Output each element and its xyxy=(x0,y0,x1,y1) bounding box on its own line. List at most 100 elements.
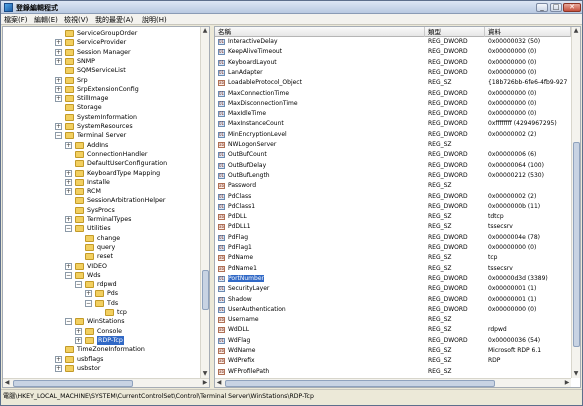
value-row[interactable]: 01 LanAdapter REG_DWORD 0x00000000 (0) xyxy=(215,69,571,77)
list-horizontal-scrollbar[interactable]: ◀ ▶ xyxy=(215,378,571,387)
value-row[interactable]: 01 PdClass REG_DWORD 0x00000002 (2) xyxy=(215,193,571,201)
value-row[interactable]: ab WFProfilePath REG_SZ xyxy=(215,368,571,376)
tree-item[interactable]: + ServiceProvider xyxy=(3,38,201,47)
expand-icon[interactable]: + xyxy=(55,364,62,372)
value-row[interactable]: 01 PdFlag1 REG_DWORD 0x00000000 (0) xyxy=(215,244,571,252)
tree-item[interactable]: + Srp xyxy=(3,76,201,85)
value-row[interactable]: 01 MaxDisconnectionTime REG_DWORD 0x0000000… xyxy=(215,100,571,108)
collapse-icon[interactable]: − xyxy=(75,281,82,289)
close-button[interactable]: ✕ xyxy=(563,3,581,12)
tree-item[interactable]: SysProcs xyxy=(3,206,201,215)
value-row[interactable]: 01 KeyboardLayout REG_DWORD 0x00000000 (0) xyxy=(215,59,571,67)
expand-icon[interactable]: + xyxy=(65,178,72,186)
expand-icon[interactable]: + xyxy=(55,123,62,130)
collapse-icon[interactable]: − xyxy=(85,299,92,307)
scroll-left-arrow-icon[interactable]: ◀ xyxy=(215,379,223,387)
expand-icon[interactable]: + xyxy=(65,216,72,223)
tree-horizontal-scrollbar[interactable]: ◀ ▶ xyxy=(3,378,209,387)
tree-item[interactable]: + usbstor xyxy=(3,364,201,373)
value-row[interactable]: 01 InteractiveDelay REG_DWORD 0x00000032 (5… xyxy=(215,38,571,46)
menu-favorites[interactable]: 我的最愛(A) xyxy=(95,15,133,25)
collapse-icon[interactable]: − xyxy=(55,132,62,140)
tree-item[interactable]: change xyxy=(3,234,201,243)
tree-item[interactable]: + SrpExtensionConfig xyxy=(3,85,201,94)
value-row[interactable]: 01 OutBufCount REG_DWORD 0x00000006 (6) xyxy=(215,151,571,159)
list-vertical-thumb[interactable] xyxy=(573,142,580,347)
value-row[interactable]: 01 PortNumber REG_DWORD 0x00000d3d (3389) xyxy=(215,274,571,283)
tree-item[interactable]: query xyxy=(3,243,201,252)
value-row[interactable]: ab PdDLL1 REG_SZ tssecsrv xyxy=(215,223,571,231)
value-row[interactable]: ab WdName REG_SZ Microsoft RDP 6.1 xyxy=(215,347,571,355)
value-row[interactable]: 01 PdClass1 REG_DWORD 0x0000000b (11) xyxy=(215,203,571,211)
tree-item[interactable]: DefaultUserConfiguration xyxy=(3,159,201,168)
tree-item[interactable]: + VIDEO xyxy=(3,262,201,271)
scroll-right-arrow-icon[interactable]: ▶ xyxy=(563,379,571,387)
tree-item[interactable]: − Terminal Server xyxy=(3,131,201,140)
tree-item[interactable]: + Pds xyxy=(3,289,201,298)
scroll-right-arrow-icon[interactable]: ▶ xyxy=(201,379,209,387)
value-row[interactable]: 01 KeepAliveTimeout REG_DWORD 0x00000000 (0… xyxy=(215,48,571,56)
column-header-type[interactable]: 類型 xyxy=(425,27,485,37)
value-row[interactable]: 01 MaxConnectionTime REG_DWORD 0x00000000 (… xyxy=(215,90,571,98)
value-row[interactable]: ab PdName1 REG_SZ tssecsrv xyxy=(215,265,571,273)
value-row[interactable]: 01 Shadow REG_DWORD 0x00000001 (1) xyxy=(215,296,571,304)
collapse-icon[interactable]: − xyxy=(65,271,72,279)
collapse-icon[interactable]: − xyxy=(65,318,72,326)
value-row[interactable]: ab NWLogonServer REG_SZ xyxy=(215,141,571,149)
title-bar[interactable]: 登錄編輯程式 _ □ ✕ xyxy=(1,1,582,14)
scroll-up-arrow-icon[interactable]: ▲ xyxy=(201,27,209,35)
collapse-icon[interactable]: − xyxy=(65,225,72,233)
tree-item[interactable]: + KeyboardType Mapping xyxy=(3,169,201,178)
value-row[interactable]: 01 WdFlag REG_DWORD 0x00000036 (54) xyxy=(215,337,571,345)
scroll-down-arrow-icon[interactable]: ▼ xyxy=(572,370,580,378)
tree-item[interactable]: + TerminalTypes xyxy=(3,215,201,224)
tree-item[interactable]: + SystemResources xyxy=(3,122,201,131)
tree-item[interactable]: SessionArbitrationHelper xyxy=(3,196,201,205)
value-row[interactable]: 01 SecurityLayer REG_DWORD 0x00000001 (1) xyxy=(215,285,571,293)
value-row[interactable]: 01 MinEncryptionLevel REG_DWORD 0x00000002 … xyxy=(215,131,571,139)
scroll-left-arrow-icon[interactable]: ◀ xyxy=(3,379,11,387)
value-row[interactable]: ab Username REG_SZ xyxy=(215,316,571,324)
tree-item[interactable]: Storage xyxy=(3,103,201,112)
scroll-down-arrow-icon[interactable]: ▼ xyxy=(201,370,209,378)
tree-horizontal-thumb[interactable] xyxy=(13,380,133,387)
expand-icon[interactable]: + xyxy=(75,327,82,335)
list-vertical-scrollbar[interactable]: ▲ ▼ xyxy=(571,27,580,378)
value-row[interactable]: ab PdName REG_SZ tcp xyxy=(215,254,571,262)
tree-item[interactable]: − Utilities xyxy=(3,224,201,233)
tree-item[interactable]: − rdpwd xyxy=(3,280,201,289)
tree-item[interactable]: SystemInformation xyxy=(3,113,201,122)
expand-icon[interactable]: + xyxy=(55,76,62,84)
tree-item[interactable]: − Tds xyxy=(3,299,201,308)
expand-icon[interactable]: + xyxy=(75,336,82,344)
tree-vertical-thumb[interactable] xyxy=(202,270,209,310)
expand-icon[interactable]: + xyxy=(55,355,62,363)
value-row[interactable]: ab WdPrefix REG_SZ RDP xyxy=(215,357,571,365)
tree-item[interactable]: + RCM xyxy=(3,187,201,196)
tree-item[interactable]: − Wds xyxy=(3,271,201,280)
value-row[interactable]: 01 MaxIdleTime REG_DWORD 0x00000000 (0) xyxy=(215,110,571,118)
minimize-button[interactable]: _ xyxy=(536,3,548,12)
expand-icon[interactable]: + xyxy=(55,95,62,103)
expand-icon[interactable]: + xyxy=(55,39,62,47)
tree-item[interactable]: + Session Manager xyxy=(3,48,201,57)
tree-vertical-scrollbar[interactable]: ▲ ▼ xyxy=(200,27,209,378)
value-row[interactable]: ab Password REG_SZ xyxy=(215,182,571,190)
maximize-button[interactable]: □ xyxy=(550,3,562,12)
expand-icon[interactable]: + xyxy=(55,57,62,65)
tree-item[interactable]: + AddIns xyxy=(3,141,201,150)
tree-item[interactable]: TimeZoneInformation xyxy=(3,345,201,354)
tree-item[interactable]: tcp xyxy=(3,308,201,317)
tree-item[interactable]: ConnectionHandler xyxy=(3,150,201,159)
scroll-up-arrow-icon[interactable]: ▲ xyxy=(572,27,580,35)
expand-icon[interactable]: + xyxy=(55,85,62,93)
value-row[interactable]: ab WdDLL REG_SZ rdpwd xyxy=(215,326,571,334)
list-horizontal-thumb[interactable] xyxy=(225,380,495,387)
column-header-name[interactable]: 名稱 xyxy=(215,27,425,37)
value-row[interactable]: 01 MaxInstanceCount REG_DWORD 0xffffffff (4… xyxy=(215,120,571,128)
tree-item[interactable]: + StillImage xyxy=(3,94,201,103)
tree-item[interactable]: − WinStations xyxy=(3,317,201,326)
expand-icon[interactable]: + xyxy=(85,290,92,298)
tree-item[interactable]: + RDP-Tcp xyxy=(3,335,201,345)
tree-item[interactable]: SQMServiceList xyxy=(3,66,201,75)
